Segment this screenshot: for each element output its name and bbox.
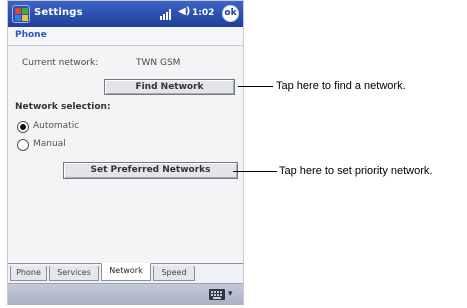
stage: Settings ◀) 1:02 ok Phone Current networ… — [0, 0, 467, 308]
network-panel: Current network: TWN GSM Find Network Ne… — [8, 47, 243, 263]
find-callout-line — [238, 86, 273, 87]
tab-phone[interactable]: Phone — [10, 266, 47, 281]
menu-bar: ▾ — [8, 283, 243, 305]
volume-icon[interactable]: ◀) — [178, 6, 190, 17]
tab-network[interactable]: Network — [101, 263, 151, 281]
tab-speed[interactable]: Speed — [153, 266, 195, 281]
set-preferred-networks-button[interactable]: Set Preferred Networks — [63, 162, 238, 179]
signal-icon[interactable] — [160, 8, 172, 20]
app-title: Settings — [34, 7, 83, 18]
clock-time[interactable]: 1:02 — [192, 8, 214, 18]
manual-radio[interactable] — [17, 139, 29, 151]
tab-strip: Phone Services Network Speed — [8, 263, 243, 283]
preferred-callout-text: Tap here to set priority network. — [279, 165, 433, 177]
manual-radio-label[interactable]: Manual — [33, 139, 66, 149]
page-header: Phone — [8, 28, 243, 46]
current-network-value: TWN GSM — [136, 58, 181, 68]
automatic-radio[interactable] — [17, 121, 29, 133]
automatic-radio-label[interactable]: Automatic — [33, 121, 79, 131]
title-bar: Settings ◀) 1:02 ok — [8, 1, 243, 27]
ok-button[interactable]: ok — [222, 5, 239, 22]
input-menu-arrow-icon[interactable]: ▾ — [228, 289, 233, 299]
find-callout-text: Tap here to find a network. — [276, 80, 406, 92]
network-selection-label: Network selection: — [15, 102, 111, 112]
tab-services[interactable]: Services — [49, 266, 99, 281]
windows-start-icon[interactable] — [12, 5, 30, 23]
current-network-label: Current network: — [22, 58, 99, 68]
page-title: Phone — [15, 30, 47, 40]
keyboard-icon[interactable] — [209, 289, 225, 300]
find-network-button[interactable]: Find Network — [104, 79, 235, 95]
preferred-callout-line — [233, 171, 277, 172]
pda-screen: Settings ◀) 1:02 ok Phone Current networ… — [7, 0, 244, 305]
